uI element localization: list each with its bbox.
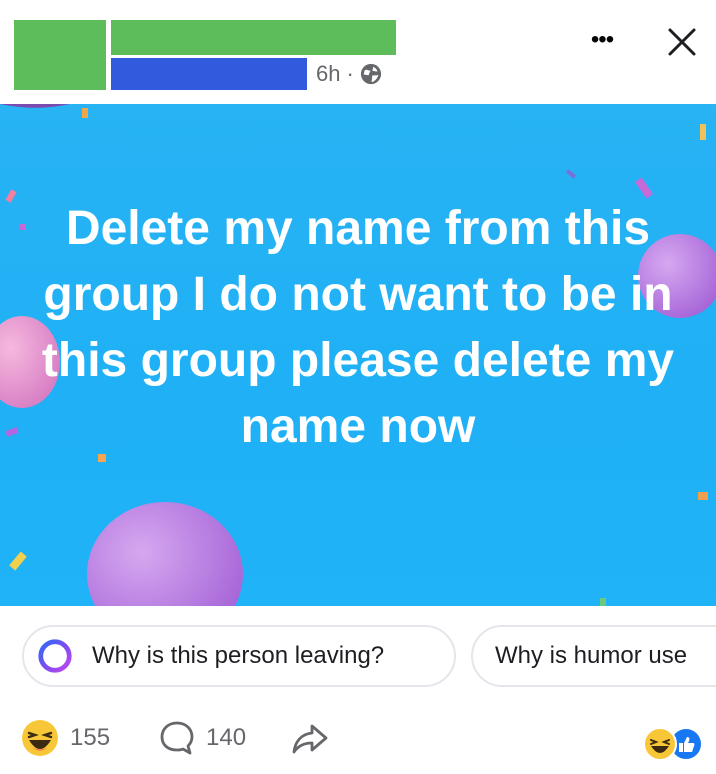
redacted-avatar[interactable] [14, 20, 106, 90]
haha-emoji-icon [22, 720, 58, 756]
comments-count: 140 [206, 724, 247, 751]
redacted-author-name[interactable] [111, 20, 396, 55]
close-icon [668, 28, 696, 56]
comment-button[interactable]: 140 [158, 716, 246, 760]
more-horizontal-icon: ••• [590, 26, 614, 53]
post-background[interactable]: Delete my name from this group I do not … [0, 104, 716, 606]
comment-bubble-icon [160, 721, 194, 755]
meta-ai-ring-icon [38, 639, 72, 673]
reaction-summary-icons [643, 727, 703, 761]
reactions-count: 155 [70, 724, 111, 751]
reaction-summary[interactable] [640, 726, 704, 762]
post-footer: 155 140 [0, 710, 716, 774]
close-button[interactable] [660, 22, 704, 62]
ai-prompt-chip-1[interactable]: Why is this person leaving? [22, 625, 456, 687]
share-button[interactable] [290, 718, 330, 758]
ai-prompt-label-1: Why is this person leaving? [92, 642, 385, 669]
ai-prompt-row: Why is this person leaving? Why is humor… [0, 606, 716, 710]
reaction-button[interactable]: 155 [20, 716, 110, 760]
redacted-group-name[interactable] [111, 58, 307, 90]
more-options-button[interactable]: ••• [582, 22, 622, 58]
share-arrow-icon [292, 724, 328, 754]
post-timestamp[interactable]: 6h [316, 61, 340, 87]
post-header: 6h · ••• [0, 0, 716, 104]
ai-prompt-label-2: Why is humor use [495, 642, 688, 669]
globe-icon [360, 63, 381, 85]
post-text: Delete my name from this group I do not … [41, 202, 675, 453]
ai-prompt-chip-2[interactable]: Why is humor use [471, 625, 716, 687]
meta-separator: · [346, 61, 354, 86]
post-meta: 6h · [316, 58, 382, 90]
